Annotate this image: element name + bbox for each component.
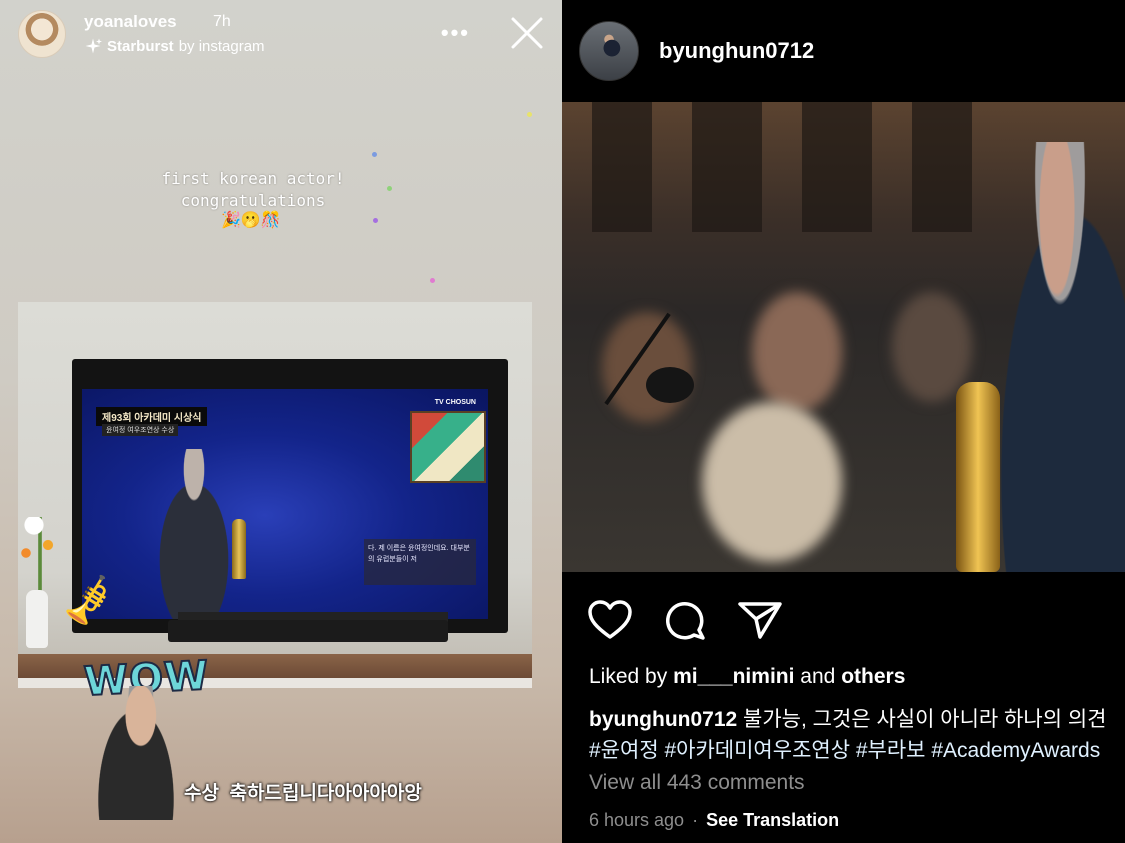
photo-window <box>912 102 972 232</box>
likes-prefix: Liked by <box>589 665 668 688</box>
confetti <box>527 112 532 117</box>
post-avatar[interactable] <box>579 21 639 81</box>
post-meta: 6 hours ago · See Translation <box>589 810 839 831</box>
post-panel: byunghun0712 Liked by mi___nimini and ot… <box>562 0 1125 843</box>
sticker-text[interactable]: 수상 축하드립니다아아아아앙 <box>184 778 422 805</box>
story-caption-emojis: 🎉🫢🎊 <box>221 212 281 229</box>
comment-icon[interactable] <box>664 599 706 641</box>
post-likes[interactable]: Liked by mi___nimini and others <box>589 665 905 689</box>
likes-others[interactable]: others <box>841 665 905 688</box>
send-icon[interactable] <box>738 600 782 640</box>
photo-window <box>802 102 872 232</box>
sparkle-icon <box>85 38 102 54</box>
story-panel: yoanaloves 7h Starburst by instagram •••… <box>0 0 562 843</box>
caption-username[interactable]: byunghun0712 <box>589 708 737 731</box>
post-hashtags[interactable]: #윤여정 #아카데미여우조연상 #부라보 #AcademyAwards <box>589 734 1100 764</box>
tv-stand <box>168 620 448 642</box>
tv-person <box>144 449 244 619</box>
vase <box>26 590 48 648</box>
caption-text: 불가능, 그것은 사실이 아니라 하나의 의견 <box>743 708 1107 731</box>
story-header: yoanaloves 7h Starburst by instagram ••• <box>18 8 544 60</box>
tv-oscar-statuette <box>232 519 246 579</box>
tv-subtitle-caption: 다. 제 이름은 윤여정인데요. 대부분의 유럽분들이 저 <box>364 539 476 585</box>
confetti <box>372 152 377 157</box>
post-username[interactable]: byunghun0712 <box>659 38 814 64</box>
audience-blur <box>752 292 842 412</box>
story-username[interactable]: yoanaloves <box>84 12 177 32</box>
tv-background-art <box>410 411 486 483</box>
heart-icon[interactable] <box>588 600 632 640</box>
post-time: 6 hours ago <box>589 810 685 830</box>
story-effect-attribution[interactable]: Starburst by instagram <box>84 37 265 55</box>
tv-screen: 제93회 아카데미 시상식 윤여정 여우조연상 수상 TV CHOSUN 다. … <box>82 389 488 619</box>
speaker-person <box>982 142 1125 572</box>
story-effect-by: by instagram <box>178 37 265 55</box>
television: 제93회 아카데미 시상식 윤여정 여우조연상 수상 TV CHOSUN 다. … <box>72 359 508 633</box>
meta-separator: · <box>692 810 699 830</box>
close-icon[interactable] <box>510 16 544 50</box>
audience-blur <box>602 312 692 422</box>
story-time: 7h <box>213 13 231 30</box>
view-all-comments-link[interactable]: View all 443 comments <box>589 771 805 795</box>
tv-channel-logo: TV CHOSUN <box>434 399 476 406</box>
photo-window <box>592 102 652 232</box>
story-caption-line1: first korean actor! <box>161 169 345 188</box>
story-avatar[interactable] <box>18 10 66 58</box>
tv-broadcast-subtitle: 윤여정 여우조연상 수상 <box>102 424 179 436</box>
more-horizontal-icon[interactable]: ••• <box>441 20 470 46</box>
story-effect-name: Starburst <box>107 37 174 55</box>
confetti <box>430 278 435 283</box>
flowers <box>20 517 60 597</box>
confetti <box>387 186 392 191</box>
oscar-statuette <box>956 382 1000 572</box>
post-caption: byunghun0712 불가능, 그것은 사실이 아니라 하나의 의견 <box>589 703 1107 733</box>
likes-user[interactable]: mi___nimini <box>673 665 794 688</box>
likes-and: and <box>800 665 836 688</box>
see-translation-link[interactable]: See Translation <box>706 810 839 831</box>
story-photo: 제93회 아카데미 시상식 윤여정 여우조연상 수상 TV CHOSUN 다. … <box>18 302 532 688</box>
post-actions <box>588 598 782 642</box>
microphone <box>646 367 694 403</box>
person-sticker[interactable] <box>88 686 184 820</box>
post-photo[interactable] <box>562 102 1125 572</box>
confetti <box>373 218 378 223</box>
audience-blur <box>702 402 842 562</box>
story-caption-line2: congratulations <box>180 191 326 210</box>
story-text-caption: first korean actor! congratulations <box>0 168 506 212</box>
photo-window <box>692 102 762 232</box>
